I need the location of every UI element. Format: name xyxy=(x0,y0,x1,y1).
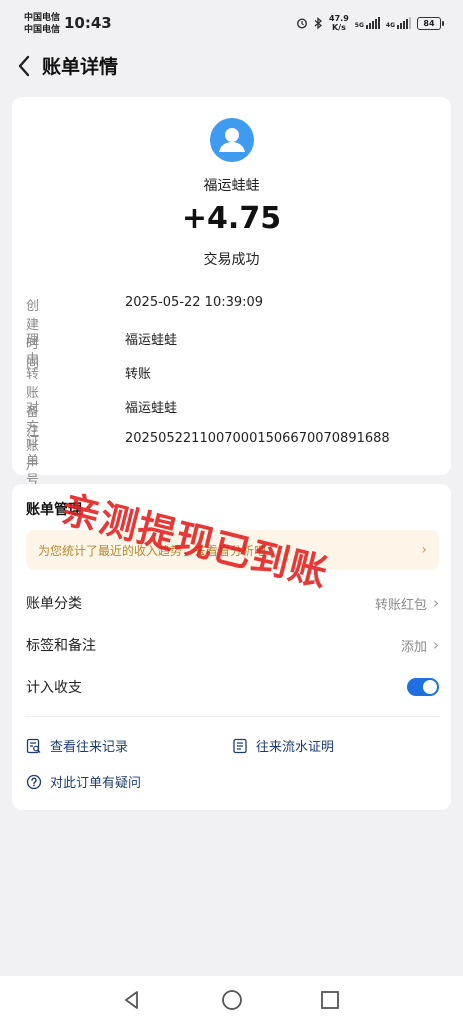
nav-back-button[interactable] xyxy=(120,988,144,1012)
detail-value: 转账 xyxy=(125,367,152,382)
order-question-link[interactable]: 对此订单有疑问 xyxy=(26,772,141,791)
transaction-amount: +4.75 xyxy=(181,201,282,236)
triangle-back-icon xyxy=(125,991,138,1009)
transaction-status: 交易成功 xyxy=(203,252,260,268)
square-recents-icon xyxy=(321,991,339,1009)
tags-notes-row[interactable]: 标签和备注 添加 › xyxy=(26,633,439,657)
question-icon xyxy=(26,774,42,789)
signal-icon xyxy=(397,17,411,29)
link-label: 查看往来记录 xyxy=(50,740,129,755)
signal-1: 5G xyxy=(355,17,380,29)
detail-value: 福运蛙蛙 xyxy=(125,333,178,348)
back-button[interactable] xyxy=(12,52,36,80)
row-label: 计入收支 xyxy=(26,680,82,696)
include-income-toggle[interactable] xyxy=(407,678,439,696)
row-label: 标签和备注 xyxy=(26,638,96,654)
alarm-icon xyxy=(297,18,308,29)
row-value: 转账红包 xyxy=(374,597,427,613)
status-time: 10:43 xyxy=(64,14,112,32)
carrier-2: 中国电信 xyxy=(24,25,61,35)
view-history-link[interactable]: 查看往来记录 xyxy=(26,736,128,755)
link-label: 对此订单有疑问 xyxy=(50,776,142,791)
row-value: 添加 xyxy=(400,639,427,655)
payer-name: 福运蛙蛙 xyxy=(203,178,260,194)
chevron-right-icon: › xyxy=(433,636,439,654)
banner-text: 为您统计了最近的收入趋势，去看看分析吧 xyxy=(38,543,267,558)
statement-proof-link[interactable]: 往来流水证明 xyxy=(232,736,334,755)
status-icons: 47.9 K/s 5G 4G 84 xyxy=(296,14,444,32)
chevron-right-icon: › xyxy=(433,594,439,612)
divider xyxy=(26,716,439,717)
avatar[interactable] xyxy=(210,118,254,162)
network-speed: 47.9 K/s xyxy=(329,14,349,32)
status-bar: 中国电信 中国电信 10:43 47.9 K/s 5G 4G 84 xyxy=(0,0,463,48)
bluetooth-icon xyxy=(314,16,323,29)
detail-label: 订单号 xyxy=(26,435,40,488)
app-header: 账单详情 xyxy=(0,48,463,84)
search-record-icon xyxy=(26,738,41,753)
detail-value: 福运蛙蛙 xyxy=(125,401,178,416)
include-income-row: 计入收支 xyxy=(26,675,439,699)
detail-value[interactable]: 20250522110070001506670070891688 xyxy=(125,431,390,446)
bill-category-row[interactable]: 账单分类 转账红包 › xyxy=(26,591,439,615)
system-nav-bar xyxy=(0,976,463,1024)
document-icon xyxy=(233,738,247,753)
transaction-card: 福运蛙蛙 +4.75 交易成功 创建时间 2025-05-22 10:39:09… xyxy=(12,97,451,488)
row-label: 账单分类 xyxy=(26,596,82,612)
nav-recents-button[interactable] xyxy=(318,988,342,1012)
user-icon xyxy=(219,128,245,152)
bill-management-card: 账单管理 为您统计了最近的收入趋势，去看看分析吧 › 账单分类 转账红包 › 标… xyxy=(12,484,451,810)
signal-icon xyxy=(365,17,380,29)
battery-icon: 84 xyxy=(417,16,444,30)
chevron-right-icon: › xyxy=(421,542,427,558)
chevron-left-icon xyxy=(18,55,30,77)
section-title: 账单管理 xyxy=(26,502,82,518)
detail-value: 2025-05-22 10:39:09 xyxy=(125,295,264,310)
circle-home-icon xyxy=(222,990,242,1010)
page-title: 账单详情 xyxy=(42,56,119,78)
carrier-info: 中国电信 中国电信 xyxy=(24,12,60,36)
detail-label: 理由 xyxy=(26,333,40,367)
link-label: 往来流水证明 xyxy=(256,740,335,755)
carrier-1: 中国电信 xyxy=(24,13,61,23)
nav-home-button[interactable] xyxy=(220,988,244,1012)
income-trend-banner[interactable]: 为您统计了最近的收入趋势，去看看分析吧 › xyxy=(26,530,439,570)
signal-2: 4G xyxy=(386,17,411,29)
